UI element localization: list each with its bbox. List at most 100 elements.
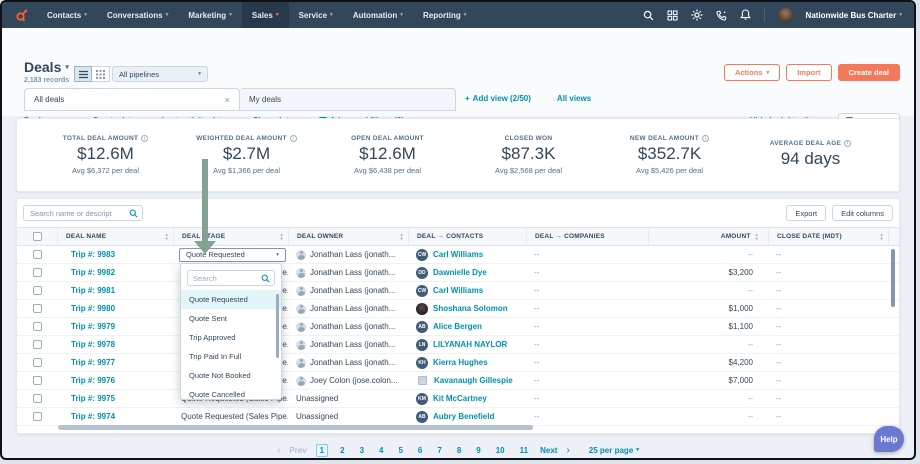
account-menu[interactable]: Nationwide Bus Charter▾ (806, 11, 902, 20)
deal-name-link[interactable]: Trip #: 9974 (71, 412, 115, 421)
close-icon[interactable]: × (225, 95, 230, 105)
table-horizontal-scrollbar[interactable] (58, 425, 533, 430)
contact-link[interactable]: LILYANAH NAYLOR (433, 340, 507, 349)
page-5[interactable]: 5 (395, 445, 405, 456)
deal-name-link[interactable]: Trip #: 9979 (71, 322, 115, 331)
sort-icon[interactable]: ▴▾ (401, 233, 408, 240)
row-checkbox[interactable] (33, 358, 42, 367)
info-icon[interactable]: i (290, 135, 297, 142)
dropdown-option-trip-paid-in-full[interactable]: Trip Paid In Full (181, 347, 281, 366)
row-checkbox[interactable] (33, 412, 42, 421)
user-avatar[interactable] (778, 8, 793, 23)
prev-chevron-icon[interactable]: ‹ (277, 445, 280, 456)
per-page-select[interactable]: 25 per page ▾ (589, 446, 639, 455)
board-view-button[interactable] (92, 66, 110, 82)
calling-phone-icon[interactable] (716, 10, 727, 21)
sort-icon[interactable]: ▴▾ (881, 233, 888, 240)
row-checkbox[interactable] (33, 304, 42, 313)
deal-name-link[interactable]: Trip #: 9977 (71, 358, 115, 367)
row-checkbox[interactable] (33, 376, 42, 385)
table-search-input[interactable] (24, 209, 129, 218)
col-deal-owner[interactable]: DEAL OWNER▴▾ (288, 228, 408, 245)
contact-link[interactable]: Shoshana Solomon (433, 304, 508, 313)
page-8[interactable]: 8 (454, 445, 464, 456)
dropdown-option-quote-requested[interactable]: Quote Requested (181, 290, 281, 309)
contact-link[interactable]: Kierra Hughes (433, 358, 488, 367)
contact-link[interactable]: Carl Williams (433, 286, 483, 295)
col-deal-contacts[interactable]: DEAL → CONTACTS (408, 228, 526, 245)
nav-item-contacts[interactable]: Contacts▾ (37, 2, 97, 28)
sort-icon[interactable]: ▴▾ (281, 233, 288, 240)
row-checkbox[interactable] (33, 322, 42, 331)
help-button[interactable]: Help (874, 426, 904, 452)
pipeline-select[interactable]: All pipelines ▾ (112, 66, 208, 82)
col-deal-stage[interactable]: DEAL STAGE▴▾ (173, 228, 288, 245)
col-deal-companies[interactable]: DEAL → COMPANIES (526, 228, 648, 245)
page-4[interactable]: 4 (376, 445, 386, 456)
nav-item-reporting[interactable]: Reporting▾ (413, 2, 477, 28)
deal-name-link[interactable]: Trip #: 9976 (71, 376, 115, 385)
page-2[interactable]: 2 (337, 445, 347, 456)
list-view-button[interactable] (74, 66, 92, 82)
page-1[interactable]: 1 (316, 444, 328, 457)
next-button[interactable]: Next (540, 446, 557, 455)
tab-my-deals[interactable]: My deals (240, 88, 456, 111)
deal-name-link[interactable]: Trip #: 9980 (71, 304, 115, 313)
col-amount[interactable]: AMOUNT▴▾ (648, 228, 768, 245)
row-checkbox[interactable] (33, 340, 42, 349)
info-icon[interactable]: i (844, 140, 851, 147)
prev-button[interactable]: Prev (289, 446, 306, 455)
all-views-link[interactable]: All views (557, 94, 591, 103)
contact-link[interactable]: Kavanaugh Gillespie (434, 376, 513, 385)
nav-item-sales[interactable]: Sales▾ (242, 2, 289, 28)
contact-link[interactable]: Aubry Benefield (433, 412, 494, 421)
dropdown-option-quote-not-booked[interactable]: Quote Not Booked (181, 366, 281, 385)
nav-item-automation[interactable]: Automation▾ (343, 2, 413, 28)
deal-name-link[interactable]: Trip #: 9983 (71, 250, 115, 259)
export-button[interactable]: Export (786, 205, 826, 221)
nav-item-service[interactable]: Service▾ (289, 2, 343, 28)
info-icon[interactable]: i (702, 135, 709, 142)
deal-name-link[interactable]: Trip #: 9981 (71, 286, 115, 295)
edit-columns-button[interactable]: Edit columns (832, 205, 893, 221)
table-vertical-scrollbar[interactable] (891, 249, 895, 307)
settings-gear-icon[interactable] (691, 9, 703, 21)
sort-icon[interactable]: ▴▾ (756, 233, 758, 240)
row-checkbox[interactable] (33, 250, 42, 259)
dropdown-option-quote-cancelled[interactable]: Quote Cancelled (181, 385, 281, 400)
page-11[interactable]: 11 (517, 445, 531, 456)
col-deal-name[interactable]: DEAL NAME▴▾ (57, 228, 173, 245)
actions-button[interactable]: Actions▾ (724, 64, 780, 81)
row-checkbox[interactable] (33, 268, 42, 277)
row-checkbox[interactable] (33, 394, 42, 403)
notifications-bell-icon[interactable] (740, 9, 751, 21)
page-10[interactable]: 10 (493, 445, 508, 456)
deal-name-link[interactable]: Trip #: 9982 (71, 268, 115, 277)
contact-link[interactable]: Kit McCartney (433, 394, 487, 403)
deal-name-link[interactable]: Trip #: 9978 (71, 340, 115, 349)
col-close-date[interactable]: CLOSE DATE (MDT)▴▾ (768, 228, 888, 245)
next-chevron-icon[interactable]: › (566, 445, 569, 456)
dropdown-scrollbar[interactable] (276, 294, 279, 358)
page-7[interactable]: 7 (434, 445, 444, 456)
create-deal-button[interactable]: Create deal (838, 64, 900, 81)
dropdown-option-quote-sent[interactable]: Quote Sent (181, 309, 281, 328)
dropdown-option-trip-approved[interactable]: Trip Approved (181, 328, 281, 347)
hubspot-logo-icon[interactable] (14, 8, 29, 23)
nav-item-marketing[interactable]: Marketing▾ (178, 2, 242, 28)
dropdown-search-input[interactable] (188, 273, 261, 284)
page-9[interactable]: 9 (473, 445, 483, 456)
nav-item-conversations[interactable]: Conversations▾ (97, 2, 178, 28)
title-caret-icon[interactable]: ▾ (65, 63, 69, 71)
contact-link[interactable]: Carl Williams (433, 250, 483, 259)
info-icon[interactable]: i (141, 135, 148, 142)
marketplace-icon[interactable] (667, 10, 678, 21)
search-icon[interactable] (643, 10, 654, 21)
page-3[interactable]: 3 (357, 445, 367, 456)
import-button[interactable]: Import (786, 64, 831, 81)
tab-all-deals[interactable]: All deals × (24, 88, 240, 111)
deal-name-link[interactable]: Trip #: 9975 (71, 394, 115, 403)
add-view-link[interactable]: +Add view (2/50) (465, 94, 531, 103)
contact-link[interactable]: Alice Bergen (433, 322, 482, 331)
page-6[interactable]: 6 (415, 445, 425, 456)
